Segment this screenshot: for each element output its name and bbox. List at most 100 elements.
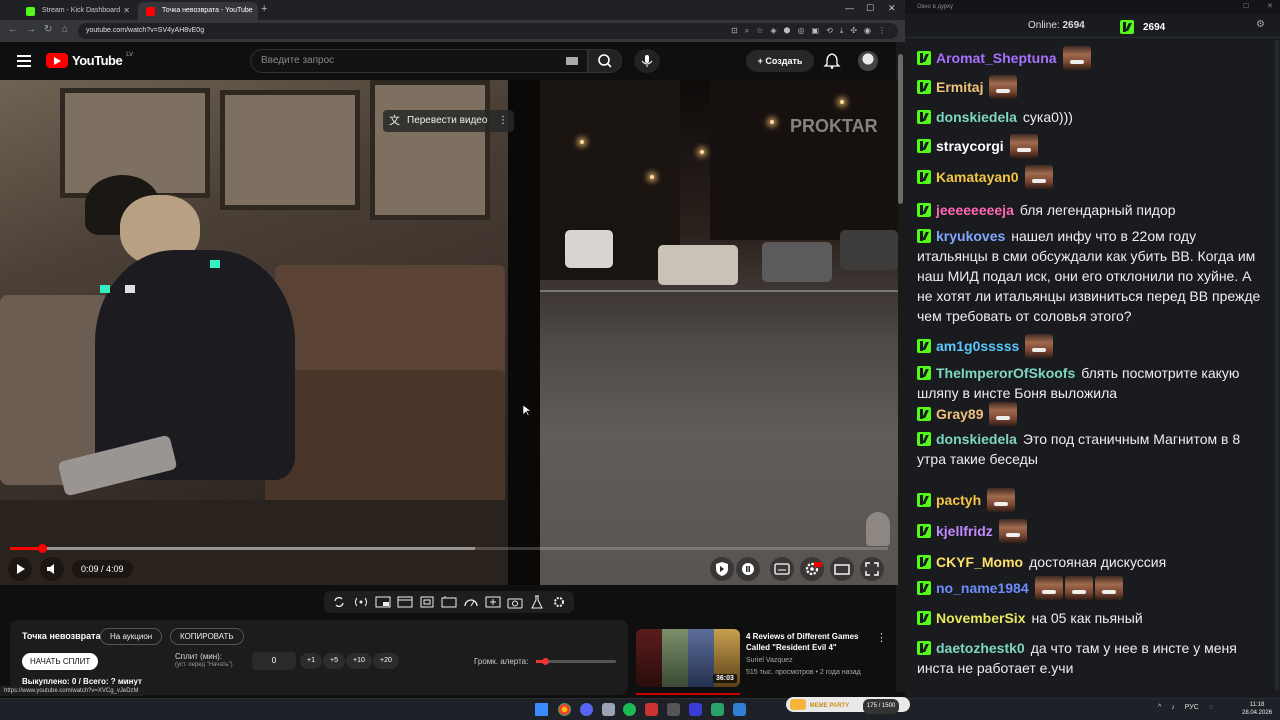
system-clock[interactable]: 11:18 28.04.2026 [1242,701,1272,717]
pause-autoplay-button[interactable] [736,557,760,581]
subtitles-button[interactable] [770,557,794,581]
volume-knob[interactable] [542,658,549,665]
chat-username[interactable]: Gray89 [936,406,983,422]
tab-youtube[interactable]: Точка невозврата - YouTube ✕ [138,2,258,20]
loop-icon[interactable] [330,594,348,610]
gear-icon[interactable] [550,594,568,610]
video-progress-bar[interactable] [10,544,888,553]
chat-username[interactable]: am1g0sssss [936,338,1019,354]
notifications-bell-icon[interactable] [823,51,841,69]
chat-username[interactable]: jeeeeeeeeja [936,202,1014,218]
alert-volume-slider[interactable] [536,658,616,665]
camera-icon[interactable] [506,594,524,610]
telegram-icon[interactable] [733,703,746,716]
discord-icon[interactable] [580,703,593,716]
chat-username[interactable]: kryukoves [936,228,1005,244]
volume-button[interactable] [40,557,64,581]
to-auction-button[interactable]: На аукцион [100,628,163,645]
theater-mode-button[interactable] [830,557,854,581]
tab-close-icon[interactable]: ✕ [245,2,252,20]
extension-icon[interactable]: ◎ [798,23,805,39]
network-icon[interactable]: ◌ [1209,704,1213,711]
tab-close-icon[interactable]: ✕ [123,2,130,20]
crop-icon[interactable] [418,594,436,610]
tab-kick-dashboard[interactable]: Stream - Kick Dashboard ✕ [18,2,136,20]
home-icon[interactable]: ⌂ [62,24,68,35]
chrome-icon[interactable] [558,703,571,716]
new-tab-icon[interactable]: + [261,3,267,15]
meme-party-widget[interactable]: MEME PARTY 175 / 1500 [786,697,910,714]
menu-kebab-icon[interactable]: ⋮ [878,23,886,39]
chat-username[interactable]: NovemberSix [936,610,1025,626]
bookmark-star-icon[interactable]: ☆ [756,23,763,39]
increment-5-button[interactable]: +5 [323,653,345,669]
app-icon[interactable] [711,703,724,716]
install-icon[interactable]: ⊡ [731,23,738,39]
back-icon[interactable]: ← [8,24,18,35]
speed-icon[interactable] [462,594,480,610]
cinema-icon[interactable] [440,594,458,610]
broadcast-icon[interactable] [352,594,370,610]
maximize-icon[interactable]: ☐ [866,3,874,14]
settings-button[interactable] [800,557,824,581]
chat-username[interactable]: Kamatayan0 [936,169,1019,185]
app-icon[interactable] [667,703,680,716]
chat-username[interactable]: donskiedela [936,109,1017,125]
copy-button[interactable]: КОПИРОВАТЬ [170,628,244,645]
increment-1-button[interactable]: +1 [300,653,322,669]
keyboard-language[interactable]: РУС [1185,704,1199,711]
chat-username[interactable]: kjellfridz [936,523,993,539]
more-options-icon[interactable]: ⋮ [876,631,887,644]
play-button[interactable] [8,557,32,581]
app-icon[interactable] [602,703,615,716]
autoplay-toggle[interactable] [710,557,734,581]
more-options-icon[interactable]: ⋮ [498,110,508,132]
video-player[interactable]: PROKTAR 文 Перевести видео ⋮ 0:09 / 4:09 [0,80,898,585]
translate-video-button[interactable]: 文 Перевести видео ⋮ [383,110,514,132]
chat-username[interactable]: Ermitaj [936,79,983,95]
keyboard-icon[interactable] [566,57,578,65]
extension-icon[interactable]: ⟲ [826,23,833,39]
forward-icon[interactable]: → [26,24,36,35]
split-minutes-input[interactable]: 0 [252,652,296,670]
extension-icon[interactable]: ▣ [812,23,820,39]
chat-username[interactable]: Aromat_Sheptuna [936,50,1057,66]
search-input[interactable]: Введите запрос [250,49,588,73]
chat-username[interactable]: pactyh [936,492,981,508]
extensions-puzzle-icon[interactable]: ✣ [850,23,857,39]
increment-10-button[interactable]: +10 [346,653,372,669]
profile-icon[interactable]: ◉ [864,23,871,39]
start-split-button[interactable]: НАЧАТЬ СПЛИТ [22,653,99,670]
microphone-icon[interactable]: ♪ [1171,704,1175,711]
picture-in-picture-icon[interactable] [374,594,392,610]
flask-icon[interactable] [528,594,546,610]
chat-username[interactable]: daetozhestk0 [936,640,1025,656]
url-field[interactable]: youtube.com/watch?v=SV4yAH8vE0g ⊡ ⌕ ☆ ◈ … [78,23,898,39]
search-button[interactable] [588,49,622,73]
extension-icon[interactable]: ◈ [770,23,776,39]
chat-window-close-icon[interactable]: ✕ [1267,2,1273,10]
chat-window-maximize-icon[interactable]: ☐ [1243,2,1249,10]
chat-username[interactable]: no_name1984 [936,580,1029,596]
minimize-icon[interactable]: — [845,3,854,13]
recommended-title[interactable]: 4 Reviews of Different Games Called "Res… [746,631,870,653]
tray-chevron-icon[interactable]: ^ [1158,704,1161,711]
film-icon[interactable] [396,594,414,610]
create-button[interactable]: + Создать [746,50,814,72]
chat-settings-icon[interactable]: ⚙ [1256,19,1265,30]
increment-20-button[interactable]: +20 [373,653,399,669]
chat-username[interactable]: donskiedela [936,431,1017,447]
chat-scrollbar[interactable] [1275,40,1279,690]
scrollbar-thumb[interactable] [898,54,903,204]
voice-search-button[interactable] [634,49,660,73]
hamburger-menu-icon[interactable] [17,55,31,67]
account-avatar[interactable] [858,51,878,71]
chat-username[interactable]: straycorgi [936,138,1004,154]
chat-username[interactable]: TheImperorOfSkoofs [936,365,1075,381]
start-menu-icon[interactable] [535,703,548,716]
extension-icon[interactable]: ⬢ [784,23,791,39]
download-icon[interactable]: ⤓ [840,23,844,39]
fullscreen-button[interactable] [860,557,884,581]
recommended-channel[interactable]: Suriel Vazquez [746,657,793,664]
window-close-icon[interactable]: ✕ [888,3,896,14]
